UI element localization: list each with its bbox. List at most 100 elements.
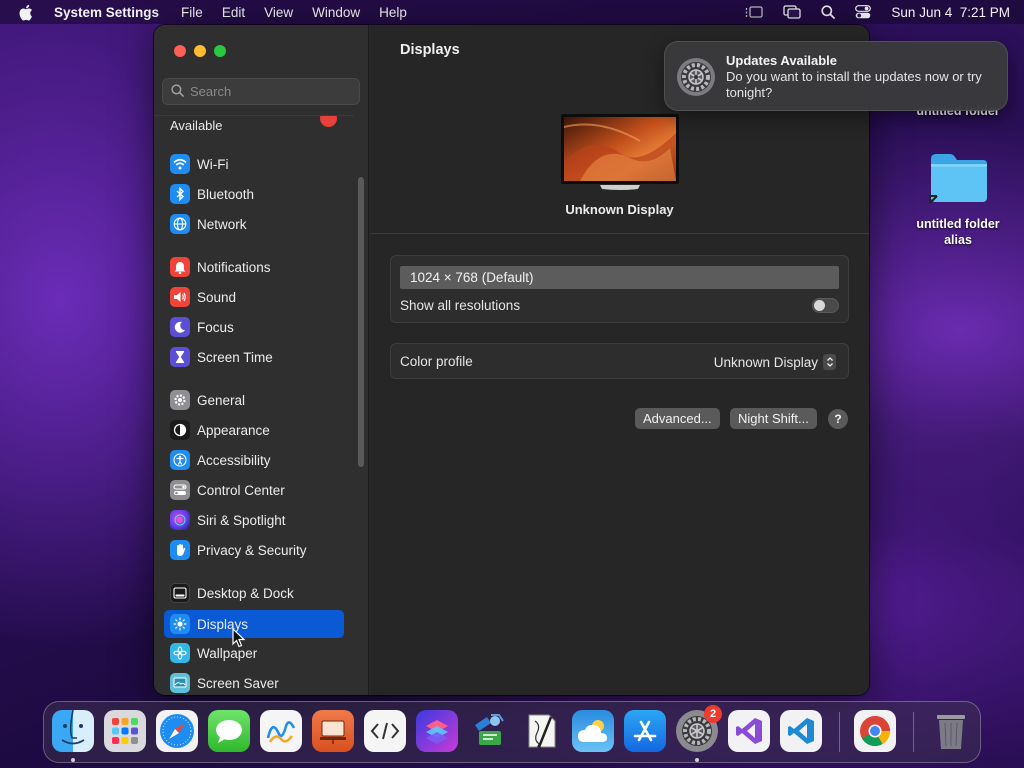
menu-edit[interactable]: Edit <box>222 5 245 20</box>
sidebar-item-control-center[interactable]: Control Center <box>164 477 344 503</box>
sidebar-item-accessibility[interactable]: Accessibility <box>164 447 344 473</box>
desktop-folder-alias-label[interactable]: untitled folder alias <box>908 216 1008 248</box>
notification-title: Updates Available <box>726 53 838 68</box>
dock-running-indicator <box>71 758 75 762</box>
sun-icon <box>170 614 190 634</box>
screen-mirroring-icon[interactable] <box>783 5 802 19</box>
sidebar-item-sound[interactable]: Sound <box>164 284 344 310</box>
dock-shortcuts-icon[interactable] <box>416 710 458 752</box>
dock-safari-icon[interactable] <box>156 710 198 752</box>
search-field[interactable] <box>162 78 360 105</box>
dock-freeform-icon[interactable] <box>260 710 302 752</box>
sidebar-item-notifications[interactable]: Notifications <box>164 254 344 280</box>
window-controls <box>174 45 226 57</box>
sidebar-item-label: Bluetooth <box>197 186 255 202</box>
mouse-cursor <box>232 627 246 648</box>
update-notification[interactable]: Updates Available Do you want to install… <box>664 41 1008 111</box>
menu-file[interactable]: File <box>181 5 203 20</box>
close-button[interactable] <box>174 45 186 57</box>
dock-running-indicator <box>695 758 699 762</box>
night-shift-button[interactable]: Night Shift... <box>730 408 817 429</box>
menu-bar: System Settings File Edit View Window He… <box>0 0 1024 24</box>
sidebar-item-network[interactable]: Network <box>164 211 344 237</box>
stage-manager-icon[interactable] <box>745 5 764 19</box>
color-profile-label: Color profile <box>400 354 473 369</box>
sidebar-item-software-update-truncated[interactable]: Available <box>170 118 223 133</box>
displays-pane: Displays Unknown Display 1024 × 768 (Def… <box>370 25 869 695</box>
app-menu[interactable]: System Settings <box>54 5 159 20</box>
menu-help[interactable]: Help <box>379 5 407 20</box>
accessibility-icon <box>170 450 190 470</box>
hourglass-icon <box>170 347 190 367</box>
resolution-option-selected[interactable]: 1024 × 768 (Default) <box>400 266 839 289</box>
dock-keynote-icon[interactable] <box>312 710 354 752</box>
zoom-button[interactable] <box>214 45 226 57</box>
dock-vscode-icon[interactable] <box>780 710 822 752</box>
gear-icon <box>170 390 190 410</box>
sidebar-item-label: Screen Saver <box>197 675 279 691</box>
sidebar-item-label: Wi-Fi <box>197 156 229 172</box>
speaker-icon <box>170 287 190 307</box>
sidebar-item-label: Network <box>197 216 247 232</box>
minimize-button[interactable] <box>194 45 206 57</box>
sidebar-item-label: Control Center <box>197 482 285 498</box>
sidebar-item-wallpaper[interactable]: Wallpaper <box>164 640 344 666</box>
sidebar-item-label: Siri & Spotlight <box>197 512 286 528</box>
sidebar-item-appearance[interactable]: Appearance <box>164 417 344 443</box>
sidebar-item-wifi[interactable]: Wi-Fi <box>164 151 344 177</box>
toggle-knob <box>814 300 825 311</box>
divider <box>370 233 869 234</box>
dock-weather-icon[interactable] <box>572 710 614 752</box>
siri-icon <box>170 510 190 530</box>
control-center-icon <box>170 480 190 500</box>
notification-body: Do you want to install the updates now o… <box>726 69 982 100</box>
dock-launchpad-icon[interactable] <box>104 710 146 752</box>
sidebar-item-general[interactable]: General <box>164 387 344 413</box>
sidebar-scrollbar[interactable] <box>358 177 364 467</box>
search-icon <box>171 83 184 100</box>
dock-trash-icon[interactable] <box>930 710 972 752</box>
dock-automator-icon[interactable] <box>468 710 510 752</box>
color-profile-popup[interactable]: Unknown Display <box>714 354 836 370</box>
spotlight-search-icon[interactable] <box>821 5 836 19</box>
sidebar-item-screen-time[interactable]: Screen Time <box>164 344 344 370</box>
sidebar-item-label: General <box>197 392 246 408</box>
folder-alias-icon[interactable] <box>928 151 990 205</box>
dock-script-debugger-icon[interactable] <box>520 710 562 752</box>
menu-window[interactable]: Window <box>312 5 360 20</box>
search-input[interactable] <box>190 84 350 99</box>
system-settings-window: Available Wi-Fi Bluetooth Network <box>154 25 869 695</box>
sidebar-item-label: Desktop & Dock <box>197 585 294 601</box>
network-icon <box>170 214 190 234</box>
sidebar-item-siri-spotlight[interactable]: Siri & Spotlight <box>164 507 344 533</box>
sidebar-item-bluetooth[interactable]: Bluetooth <box>164 181 344 207</box>
sidebar-item-focus[interactable]: Focus <box>164 314 344 340</box>
sidebar-item-desktop-dock[interactable]: Desktop & Dock <box>164 580 344 606</box>
dock-visual-studio-icon[interactable] <box>728 710 770 752</box>
menu-view[interactable]: View <box>264 5 293 20</box>
dock-finder-icon[interactable] <box>52 710 94 752</box>
dock-messages-icon[interactable] <box>208 710 250 752</box>
apple-menu-icon[interactable] <box>18 3 34 21</box>
sidebar-item-label: Wallpaper <box>197 645 258 661</box>
system-settings-gear-icon <box>676 57 716 97</box>
show-all-resolutions-toggle[interactable] <box>812 298 839 313</box>
control-center-menu-icon[interactable] <box>855 5 872 19</box>
color-profile-card: Color profile Unknown Display <box>390 343 849 379</box>
chevron-updown-icon <box>823 354 836 370</box>
dock-script-editor-icon[interactable] <box>364 710 406 752</box>
help-button[interactable]: ? <box>828 409 848 429</box>
hand-icon <box>170 540 190 560</box>
sidebar-list: Available Wi-Fi Bluetooth Network Notifi… <box>154 115 354 695</box>
sidebar-item-screen-saver[interactable]: Screen Saver <box>164 670 344 695</box>
show-all-resolutions-label: Show all resolutions <box>400 298 521 313</box>
menu-clock[interactable]: Sun Jun 4 7:21 PM <box>891 5 1010 20</box>
dock-chrome-icon[interactable] <box>854 710 896 752</box>
sidebar-item-label: Appearance <box>197 422 270 438</box>
sidebar-item-privacy-security[interactable]: Privacy & Security <box>164 537 344 563</box>
display-thumbnail[interactable] <box>560 113 680 193</box>
dock: 2 <box>43 701 981 763</box>
advanced-button[interactable]: Advanced... <box>635 408 720 429</box>
sidebar-item-displays[interactable]: Displays <box>164 610 344 638</box>
dock-app-store-icon[interactable] <box>624 710 666 752</box>
